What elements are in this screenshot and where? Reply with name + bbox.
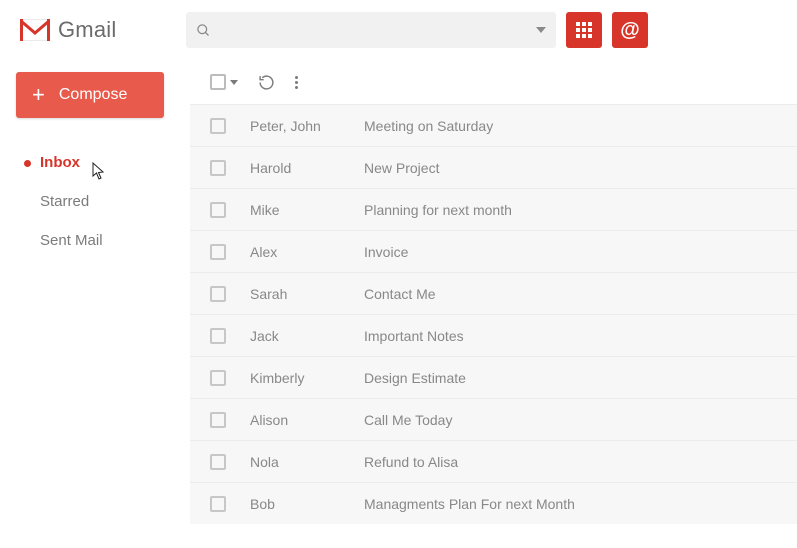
mention-action-button[interactable]: @	[612, 12, 648, 48]
email-row[interactable]: SarahContact Me	[190, 272, 797, 314]
nav-label: Inbox	[40, 154, 80, 171]
email-row[interactable]: JackImportant Notes	[190, 314, 797, 356]
row-subject: Call Me Today	[364, 412, 452, 428]
grid-icon	[575, 21, 593, 39]
nav-item-starred[interactable]: Starred	[40, 193, 174, 210]
nav-item-inbox[interactable]: Inbox	[40, 154, 174, 171]
row-checkbox[interactable]	[210, 160, 226, 176]
app-logo[interactable]: Gmail	[20, 17, 170, 43]
row-checkbox[interactable]	[210, 412, 226, 428]
chevron-down-icon	[230, 80, 238, 85]
search-icon	[196, 23, 211, 38]
row-subject: Refund to Alisa	[364, 454, 458, 470]
row-subject: Managments Plan For next Month	[364, 496, 575, 512]
row-sender: Jack	[250, 328, 364, 344]
plus-icon: +	[32, 84, 45, 106]
compose-label: Compose	[59, 86, 127, 104]
email-row[interactable]: Peter, JohnMeeting on Saturday	[190, 104, 797, 146]
row-sender: Sarah	[250, 286, 364, 302]
row-sender: Mike	[250, 202, 364, 218]
row-checkbox[interactable]	[210, 202, 226, 218]
search-box[interactable]	[186, 12, 556, 48]
email-row[interactable]: HaroldNew Project	[190, 146, 797, 188]
more-menu-button[interactable]	[295, 76, 298, 89]
email-row[interactable]: MikePlanning for next month	[190, 188, 797, 230]
row-checkbox[interactable]	[210, 328, 226, 344]
list-toolbar	[190, 60, 797, 104]
nav-list: Inbox Starred Sent Mail	[16, 154, 174, 249]
row-sender: Harold	[250, 160, 364, 176]
refresh-button[interactable]	[258, 74, 275, 91]
at-sign-icon: @	[620, 19, 640, 42]
email-row[interactable]: KimberlyDesign Estimate	[190, 356, 797, 398]
compose-button[interactable]: + Compose	[16, 72, 164, 118]
nav-label: Sent Mail	[40, 232, 103, 249]
checkbox-icon	[210, 74, 226, 90]
row-subject: Invoice	[364, 244, 408, 260]
row-subject: Important Notes	[364, 328, 464, 344]
row-sender: Peter, John	[250, 118, 364, 134]
row-checkbox[interactable]	[210, 496, 226, 512]
grid-action-button[interactable]	[566, 12, 602, 48]
search-options-caret-icon[interactable]	[536, 27, 546, 33]
email-row[interactable]: NolaRefund to Alisa	[190, 440, 797, 482]
row-subject: Design Estimate	[364, 370, 466, 386]
search-area: @	[186, 12, 777, 48]
row-sender: Kimberly	[250, 370, 364, 386]
row-sender: Nola	[250, 454, 364, 470]
row-checkbox[interactable]	[210, 286, 226, 302]
sidebar: + Compose Inbox Starred Sent Mail	[0, 60, 190, 548]
row-checkbox[interactable]	[210, 118, 226, 134]
row-checkbox[interactable]	[210, 454, 226, 470]
row-sender: Bob	[250, 496, 364, 512]
row-subject: Planning for next month	[364, 202, 512, 218]
top-bar: Gmail	[0, 0, 797, 60]
row-subject: New Project	[364, 160, 439, 176]
main-area: + Compose Inbox Starred Sent Mail	[0, 60, 797, 548]
row-checkbox[interactable]	[210, 370, 226, 386]
row-sender: Alison	[250, 412, 364, 428]
row-subject: Contact Me	[364, 286, 436, 302]
gmail-logo-icon	[20, 19, 50, 41]
select-all[interactable]	[210, 74, 238, 90]
row-checkbox[interactable]	[210, 244, 226, 260]
nav-label: Starred	[40, 193, 89, 210]
email-list: Peter, JohnMeeting on SaturdayHaroldNew …	[190, 104, 797, 548]
email-row[interactable]: AlisonCall Me Today	[190, 398, 797, 440]
email-row[interactable]: AlexInvoice	[190, 230, 797, 272]
row-sender: Alex	[250, 244, 364, 260]
mouse-cursor-icon	[92, 162, 106, 180]
content-pane: Peter, JohnMeeting on SaturdayHaroldNew …	[190, 60, 797, 548]
app-title: Gmail	[58, 17, 116, 43]
row-subject: Meeting on Saturday	[364, 118, 493, 134]
search-input[interactable]	[219, 22, 536, 38]
email-row[interactable]: BobManagments Plan For next Month	[190, 482, 797, 524]
nav-item-sent[interactable]: Sent Mail	[40, 232, 174, 249]
